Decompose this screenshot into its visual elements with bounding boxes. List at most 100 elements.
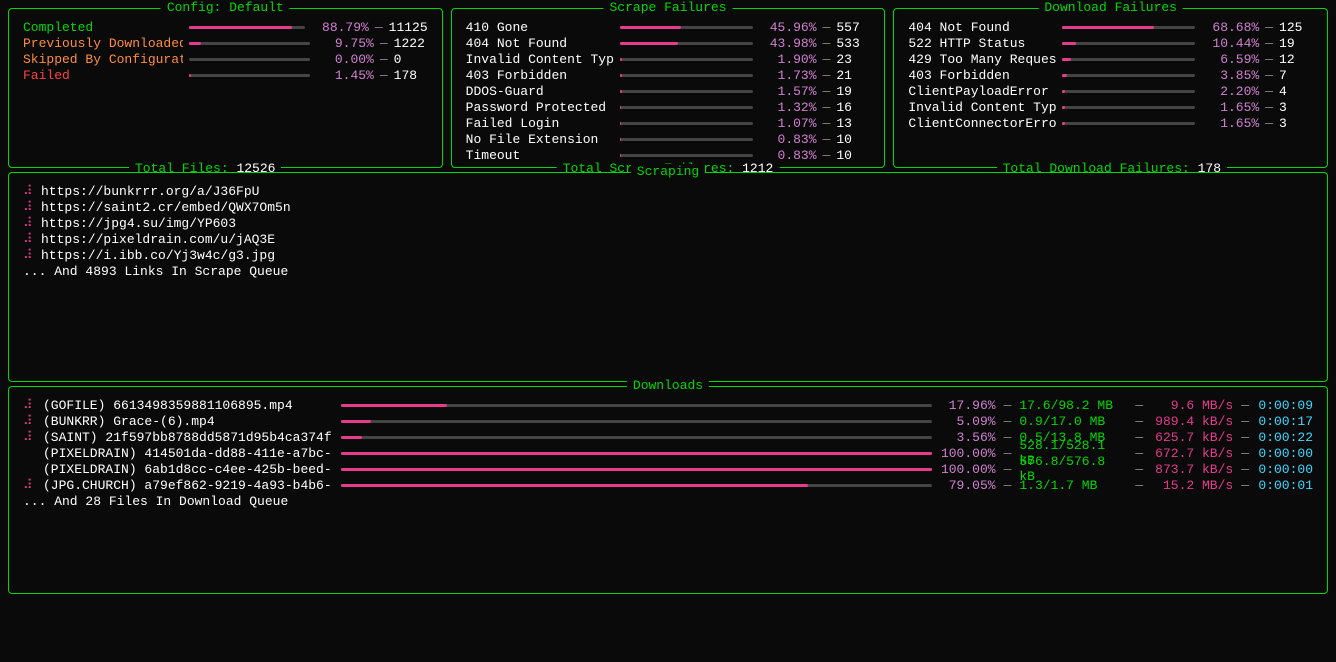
stat-percent: 43.98% bbox=[759, 36, 817, 51]
spinner-icon: ⠼ bbox=[23, 478, 35, 493]
scraping-panel: Scraping ⠼https://bunkrrr.org/a/J36FpU⠼h… bbox=[8, 172, 1328, 382]
scrape-link-row: ⠼https://bunkrrr.org/a/J36FpU bbox=[23, 183, 1313, 199]
stat-percent: 1.65% bbox=[1201, 100, 1259, 115]
scrape-link-row: ⠼https://pixeldrain.com/u/jAQ3E bbox=[23, 231, 1313, 247]
progress-bar bbox=[341, 468, 932, 471]
download-filename: (SAINT) 21f597bb8788dd5871d95b4ca374f... bbox=[43, 430, 333, 445]
download-eta: 0:00:01 bbox=[1257, 478, 1313, 493]
stat-row: 429 Too Many Requests6.59%—12 bbox=[908, 51, 1313, 67]
download-size: 0.9/17.0 MB bbox=[1019, 414, 1127, 429]
stat-label: Invalid Content Type bbox=[466, 52, 614, 67]
stat-percent: 1.65% bbox=[1201, 116, 1259, 131]
stat-count: 10 bbox=[836, 132, 870, 147]
progress-bar bbox=[1062, 122, 1195, 125]
stat-count: 125 bbox=[1279, 20, 1313, 35]
stat-count: 3 bbox=[1279, 116, 1313, 131]
stat-label: 403 Forbidden bbox=[466, 68, 614, 83]
download-percent: 3.56% bbox=[940, 430, 996, 445]
download-percent: 17.96% bbox=[940, 398, 996, 413]
download-speed: 9.6 MB/s bbox=[1151, 398, 1233, 413]
stat-count: 0 bbox=[394, 52, 428, 67]
download-percent: 79.05% bbox=[940, 478, 996, 493]
download-percent: 100.00% bbox=[940, 462, 996, 477]
stat-label: Password Protected bbox=[466, 100, 614, 115]
download-size: 1.3/1.7 MB bbox=[1019, 478, 1127, 493]
stat-row: Completed88.79%—11125 bbox=[23, 19, 428, 35]
stat-count: 557 bbox=[836, 20, 870, 35]
scrape-title: Scrape Failures bbox=[603, 0, 732, 15]
download-eta: 0:00:17 bbox=[1257, 414, 1313, 429]
download-queue-text: ... And 28 Files In Download Queue bbox=[23, 493, 1313, 509]
download-filename: (BUNKRR) Grace-(6).mp4 bbox=[43, 414, 333, 429]
stat-percent: 88.79% bbox=[311, 20, 369, 35]
stat-percent: 1.73% bbox=[759, 68, 817, 83]
stat-percent: 3.85% bbox=[1201, 68, 1259, 83]
stat-row: ClientPayloadError2.20%—4 bbox=[908, 83, 1313, 99]
progress-bar bbox=[341, 420, 932, 423]
stat-label: 429 Too Many Requests bbox=[908, 52, 1056, 67]
download-row: ⠼(GOFILE) 6613498359881106895.mp417.96%—… bbox=[23, 397, 1313, 413]
stat-label: DDOS-Guard bbox=[466, 84, 614, 99]
spinner-icon: ⠼ bbox=[23, 430, 35, 445]
stat-row: 522 HTTP Status10.44%—19 bbox=[908, 35, 1313, 51]
stat-percent: 1.07% bbox=[759, 116, 817, 131]
download-filename: (JPG.CHURCH) a79ef862-9219-4a93-b4b6-... bbox=[43, 478, 333, 493]
download-title: Download Failures bbox=[1038, 0, 1183, 15]
stat-count: 3 bbox=[1279, 100, 1313, 115]
stat-row: 404 Not Found43.98%—533 bbox=[466, 35, 871, 51]
progress-bar bbox=[620, 122, 753, 125]
stat-count: 4 bbox=[1279, 84, 1313, 99]
progress-bar bbox=[341, 484, 932, 487]
stat-count: 19 bbox=[836, 84, 870, 99]
stat-row: 403 Forbidden3.85%—7 bbox=[908, 67, 1313, 83]
progress-bar bbox=[1062, 74, 1195, 77]
stat-row: 403 Forbidden1.73%—21 bbox=[466, 67, 871, 83]
stat-row: 410 Gone45.96%—557 bbox=[466, 19, 871, 35]
spinner-icon: ⠼ bbox=[23, 398, 35, 413]
stat-percent: 1.32% bbox=[759, 100, 817, 115]
stat-label: 404 Not Found bbox=[908, 20, 1056, 35]
stat-row: Failed1.45%—178 bbox=[23, 67, 428, 83]
scrape-queue-text: ... And 4893 Links In Scrape Queue bbox=[23, 263, 1313, 279]
download-eta: 0:00:00 bbox=[1257, 462, 1313, 477]
scrape-url: https://i.ibb.co/Yj3w4c/g3.jpg bbox=[41, 248, 275, 263]
progress-bar bbox=[189, 74, 310, 77]
stat-count: 21 bbox=[836, 68, 870, 83]
stat-label: 522 HTTP Status bbox=[908, 36, 1056, 51]
progress-bar bbox=[620, 74, 753, 77]
scrape-url: https://jpg4.su/img/YP603 bbox=[41, 216, 236, 231]
download-speed: 672.7 kB/s bbox=[1151, 446, 1233, 461]
progress-bar bbox=[341, 452, 932, 455]
download-row: ⠼(BUNKRR) Grace-(6).mp45.09%—0.9/17.0 MB… bbox=[23, 413, 1313, 429]
progress-bar bbox=[620, 90, 753, 93]
stat-row: No File Extension0.83%—10 bbox=[466, 131, 871, 147]
scrape-link-row: ⠼ https://i.ibb.co/Yj3w4c/g3.jpg bbox=[23, 247, 1313, 263]
stat-row: Skipped By Configuration0.00%—0 bbox=[23, 51, 428, 67]
stat-count: 23 bbox=[836, 52, 870, 67]
stat-percent: 10.44% bbox=[1201, 36, 1259, 51]
progress-bar bbox=[1062, 42, 1195, 45]
download-speed: 873.7 kB/s bbox=[1151, 462, 1233, 477]
stat-percent: 68.68% bbox=[1201, 20, 1259, 35]
download-row: ⠼ (JPG.CHURCH) a79ef862-9219-4a93-b4b6-..… bbox=[23, 477, 1313, 493]
stat-label: Previously Downloaded bbox=[23, 36, 183, 51]
download-filename: (PIXELDRAIN) 414501da-dd88-411e-a7bc-... bbox=[43, 446, 333, 461]
stat-row: ClientConnectorError1.65%—3 bbox=[908, 115, 1313, 131]
stat-percent: 1.45% bbox=[316, 68, 374, 83]
stat-label: Failed bbox=[23, 68, 183, 83]
stat-row: Failed Login1.07%—13 bbox=[466, 115, 871, 131]
stat-count: 178 bbox=[394, 68, 428, 83]
scrape-url: https://bunkrrr.org/a/J36FpU bbox=[41, 184, 259, 199]
stat-count: 7 bbox=[1279, 68, 1313, 83]
download-eta: 0:00:22 bbox=[1257, 430, 1313, 445]
download-row: (PIXELDRAIN) 6ab1d8cc-c4ee-425b-beed-...… bbox=[23, 461, 1313, 477]
stat-count: 1222 bbox=[394, 36, 428, 51]
scrape-link-row: ⠼https://saint2.cr/embed/QWX7Om5n bbox=[23, 199, 1313, 215]
progress-bar bbox=[1062, 90, 1195, 93]
progress-bar bbox=[620, 42, 753, 45]
stat-row: Invalid Content Type1.90%—23 bbox=[466, 51, 871, 67]
scrape-url: https://saint2.cr/embed/QWX7Om5n bbox=[41, 200, 291, 215]
spinner-icon: ⠼ bbox=[23, 248, 35, 263]
stat-percent: 0.83% bbox=[759, 132, 817, 147]
download-speed: 625.7 kB/s bbox=[1151, 430, 1233, 445]
